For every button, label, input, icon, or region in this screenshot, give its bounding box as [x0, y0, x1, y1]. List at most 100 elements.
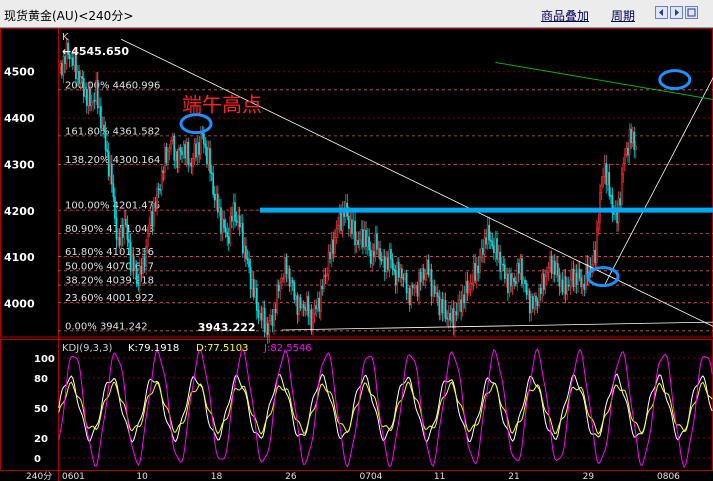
candle-body	[435, 292, 438, 295]
main-panel-label: K	[62, 32, 69, 43]
candle-body	[471, 282, 473, 285]
candle-body	[366, 236, 369, 247]
period-button[interactable]: 周期	[611, 7, 635, 24]
candle-body	[76, 70, 79, 80]
candle-body	[466, 280, 469, 294]
candle-body	[438, 296, 441, 316]
fib-level-label: 100.00% 4201.475	[65, 201, 160, 212]
next-icon[interactable]	[670, 6, 683, 19]
candle-body	[410, 285, 413, 306]
prev-icon[interactable]	[655, 6, 668, 19]
candle-body	[215, 193, 218, 201]
candle-body	[416, 284, 419, 297]
candle-body	[494, 238, 497, 254]
candle-body	[263, 307, 266, 333]
candle-body	[142, 255, 144, 274]
candle-body	[577, 269, 579, 285]
candle-body	[460, 299, 462, 312]
candle-body	[61, 63, 63, 76]
candle-body	[500, 263, 503, 272]
kdj-panel-label: KDJ(9,3,3)	[62, 343, 113, 354]
candle-body	[572, 268, 575, 287]
candle-body	[578, 269, 581, 279]
candle-body	[424, 273, 427, 280]
bar-period-label: 240分	[26, 471, 52, 481]
candle-body	[511, 277, 514, 287]
candle-body	[209, 148, 211, 173]
candle-body	[259, 313, 261, 318]
candle-body	[318, 297, 321, 312]
candle-body	[121, 226, 124, 238]
fib-level-label: 0.00% 3941.242	[65, 321, 148, 332]
candle-body	[418, 272, 420, 297]
candle-body	[581, 283, 584, 288]
candle-body	[210, 172, 213, 175]
candle-body	[288, 268, 291, 287]
candle-body	[321, 285, 324, 289]
candle-body	[449, 313, 452, 321]
candle-body	[567, 284, 570, 287]
overlay-button[interactable]: 商品叠加	[541, 7, 589, 24]
candle-body	[92, 100, 94, 103]
candle-body	[190, 162, 193, 167]
candle-body	[231, 215, 233, 222]
candle-body	[333, 237, 336, 254]
restore-icon[interactable]	[685, 6, 698, 19]
candle-body	[369, 249, 372, 264]
kdj-tick-label: 50	[34, 404, 48, 415]
candle-body	[224, 227, 227, 233]
candle-body	[571, 268, 573, 281]
candle-body	[145, 245, 147, 266]
candle-body	[510, 273, 512, 287]
candle-body	[87, 88, 90, 106]
candle-body	[393, 269, 395, 271]
candle-body	[538, 288, 540, 306]
date-tick-label: 0601	[62, 472, 85, 481]
highlight-ellipse	[586, 266, 620, 288]
candle-body	[156, 188, 158, 208]
candle-body	[585, 264, 587, 290]
candle-body	[340, 212, 342, 231]
candle-body	[199, 132, 202, 155]
candle-body	[160, 170, 163, 191]
candle-body	[475, 265, 478, 281]
fib-level-label: 161.80% 4361.582	[65, 126, 160, 137]
candle-body	[555, 263, 558, 275]
candle-body	[252, 279, 255, 298]
candle-body	[218, 207, 221, 213]
candle-body	[536, 301, 539, 306]
candle-body	[196, 142, 199, 158]
candle-body	[84, 89, 87, 97]
candle-body	[508, 273, 511, 293]
candle-body	[388, 248, 391, 270]
candle-body	[546, 271, 548, 277]
candle-body	[550, 256, 553, 274]
candle-body	[192, 158, 194, 167]
candle-body	[402, 277, 405, 280]
candle-body	[82, 78, 85, 97]
trend-line	[281, 321, 713, 331]
candle-body	[444, 300, 447, 319]
candle-body	[79, 76, 82, 84]
candle-body	[411, 285, 414, 288]
price-tick-label: 4400	[4, 112, 35, 125]
candle-body	[561, 279, 564, 293]
candle-body	[324, 275, 327, 277]
candle-body	[312, 313, 314, 331]
candle-body	[165, 147, 168, 164]
candle-body	[118, 237, 121, 246]
candle-body	[450, 308, 453, 321]
candle-body	[229, 215, 232, 244]
candle-body	[413, 286, 416, 289]
candle-body	[603, 163, 606, 177]
candle-body	[553, 260, 556, 275]
candle-body	[232, 202, 235, 222]
candle-body	[430, 269, 433, 297]
candle-body	[206, 147, 208, 165]
price-tick-label: 4000	[4, 298, 35, 311]
candle-body	[628, 128, 631, 156]
candle-body	[187, 142, 190, 166]
candle-body	[502, 263, 505, 266]
date-tick-label: 18	[211, 472, 223, 481]
candle-body	[464, 280, 467, 304]
